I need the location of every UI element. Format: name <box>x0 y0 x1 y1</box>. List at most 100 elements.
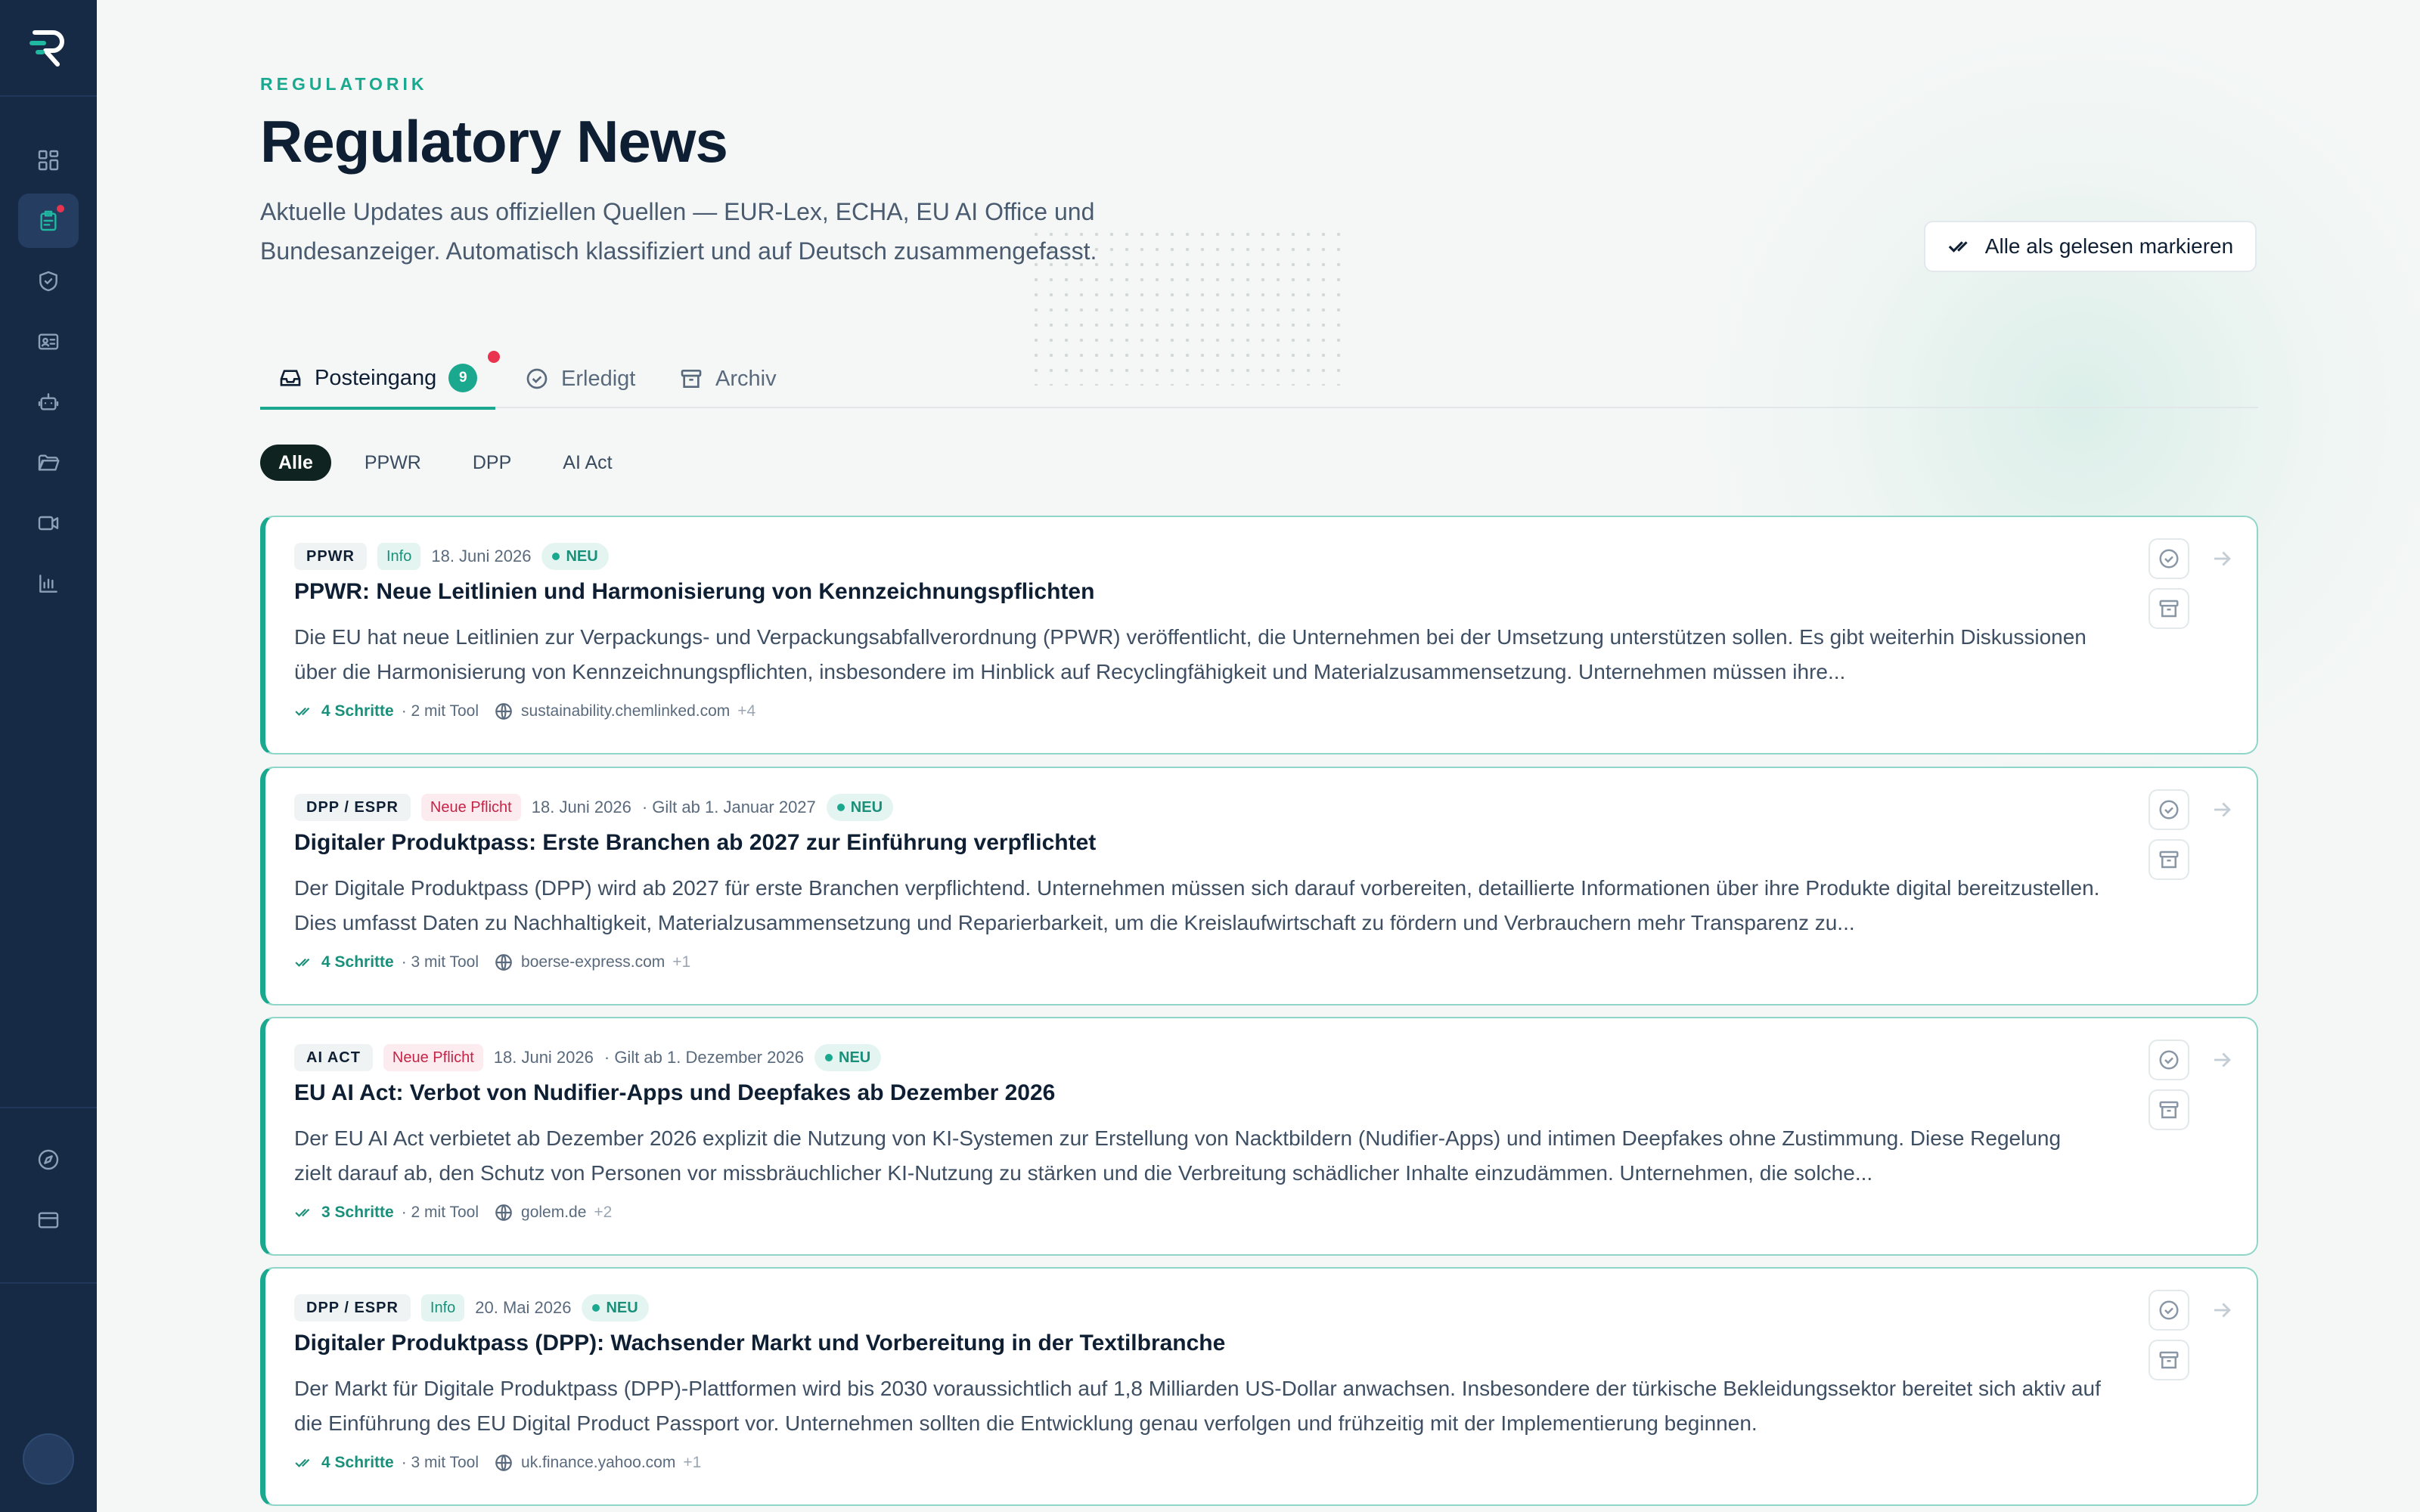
card-title[interactable]: EU AI Act: Verbot von Nudifier-Apps und … <box>294 1080 1055 1106</box>
type-badge: Info <box>420 1294 465 1321</box>
card-footer: 4 Schritte · 3 mit Tool uk.finance.yahoo… <box>294 1453 701 1473</box>
steps-count: 4 Schritte <box>294 1453 394 1473</box>
regulation-tag: AI ACT <box>294 1044 373 1071</box>
steps-label: 4 Schritte <box>321 953 394 971</box>
tab-bar: Posteingang 9 Erledigt Archiv <box>260 349 2258 410</box>
archive-icon <box>2159 1101 2179 1119</box>
double-check-icon <box>295 958 310 967</box>
card-meta: DPP / ESPR Neue Pflicht 18. Juni 2026 · … <box>294 794 894 821</box>
archive-icon <box>2159 850 2179 869</box>
sidebar-item-documents[interactable] <box>18 435 79 490</box>
check-circle-icon <box>2159 549 2179 569</box>
news-card[interactable]: AI ACT Neue Pflicht 18. Juni 2026 · Gilt… <box>260 1017 2258 1256</box>
archive-button[interactable] <box>2149 1089 2189 1130</box>
mark-done-button[interactable] <box>2149 1290 2189 1331</box>
card-meta: PPWR Info 18. Juni 2026 NEU <box>294 543 609 570</box>
logo-icon <box>29 30 64 67</box>
credit-card-icon <box>38 1212 59 1228</box>
card-title[interactable]: PPWR: Neue Leitlinien und Harmonisierung… <box>294 579 1094 605</box>
archive-icon <box>681 370 702 388</box>
source-link[interactable]: golem.de <box>521 1204 586 1222</box>
regulation-tag: DPP / ESPR <box>294 794 411 821</box>
tool-count: · 2 mit Tool <box>401 1204 479 1221</box>
tool-count: · 3 mit Tool <box>401 953 479 971</box>
sidebar-bottom-nav <box>0 1107 97 1253</box>
video-icon <box>38 516 59 531</box>
sidebar-nav <box>18 133 79 617</box>
steps-count: 4 Schritte <box>294 953 394 972</box>
sidebar-item-video[interactable] <box>18 496 79 550</box>
more-sources: +4 <box>737 702 756 720</box>
tool-count: · 3 mit Tool <box>401 1454 479 1471</box>
tab-archiv[interactable]: Archiv <box>679 349 777 408</box>
page-title: Regulatory News <box>260 108 728 175</box>
page-eyebrow: REGULATORIK <box>260 74 428 94</box>
open-card-arrow[interactable] <box>2209 1047 2235 1077</box>
open-card-arrow[interactable] <box>2209 546 2235 575</box>
source-link[interactable]: sustainability.chemlinked.com <box>521 702 730 720</box>
card-meta: DPP / ESPR Info 20. Mai 2026 NEU <box>294 1294 649 1321</box>
globe-icon <box>495 1455 512 1471</box>
avatar[interactable] <box>23 1433 74 1485</box>
card-date: 18. Juni 2026 <box>431 547 532 565</box>
news-card[interactable]: DPP / ESPR Info 20. Mai 2026 NEU Digital… <box>260 1267 2258 1506</box>
card-actions <box>2149 1040 2189 1130</box>
mark-done-button[interactable] <box>2149 1040 2189 1080</box>
open-card-arrow[interactable] <box>2209 1297 2235 1327</box>
double-check-icon <box>295 1208 310 1217</box>
sidebar-item-ai[interactable] <box>18 375 79 429</box>
card-actions <box>2149 1290 2189 1380</box>
mark-done-button[interactable] <box>2149 538 2189 579</box>
check-circle-icon <box>2159 800 2179 820</box>
source-link[interactable]: boerse-express.com <box>521 953 665 971</box>
card-actions <box>2149 789 2189 880</box>
archive-button[interactable] <box>2149 588 2189 629</box>
compass-icon <box>38 1149 59 1170</box>
page-subtitle: Aktuelle Updates aus offiziellen Quellen… <box>260 198 1097 265</box>
filter-chip-alle[interactable]: Alle <box>260 445 331 481</box>
tab-posteingang[interactable]: Posteingang 9 <box>260 349 501 410</box>
archive-button[interactable] <box>2149 1340 2189 1380</box>
card-title[interactable]: Digitaler Produktpass (DPP): Wachsender … <box>294 1331 1225 1356</box>
filter-chip-ai-act[interactable]: AI Act <box>544 445 630 481</box>
sidebar-item-compliance[interactable] <box>18 254 79 308</box>
news-card[interactable]: DPP / ESPR Neue Pflicht 18. Juni 2026 · … <box>260 767 2258 1005</box>
source-link[interactable]: uk.finance.yahoo.com <box>521 1454 675 1472</box>
bar-chart-icon <box>39 575 57 593</box>
sidebar-item-contacts[interactable] <box>18 314 79 369</box>
folder-open-icon <box>38 454 60 471</box>
status-badge: NEU <box>826 794 894 821</box>
card-description: Die EU hat neue Leitlinien zur Verpackun… <box>294 625 2086 683</box>
card-footer: 4 Schritte · 2 mit Tool sustainability.c… <box>294 702 755 721</box>
news-card[interactable]: PPWR Info 18. Juni 2026 NEU PPWR: Neue L… <box>260 516 2258 754</box>
steps-count: 3 Schritte <box>294 1203 394 1222</box>
tab-erledigt[interactable]: Erledigt <box>525 349 635 408</box>
more-sources: +1 <box>672 953 691 971</box>
archive-button[interactable] <box>2149 839 2189 880</box>
globe-icon <box>495 1204 512 1221</box>
status-badge: NEU <box>814 1044 882 1071</box>
dashboard-icon <box>38 150 59 171</box>
globe-icon <box>495 954 512 971</box>
tab-label: Posteingang <box>315 365 437 390</box>
card-meta: AI ACT Neue Pflicht 18. Juni 2026 · Gilt… <box>294 1044 882 1071</box>
mark-all-read-label: Alle als gelesen markieren <box>1984 234 2234 258</box>
sidebar-item-dashboard[interactable] <box>18 133 79 187</box>
check-circle-icon <box>2159 1050 2179 1070</box>
sidebar-item-billing[interactable] <box>18 1193 79 1247</box>
tab-count-badge: 9 <box>448 364 478 392</box>
card-title[interactable]: Digitaler Produktpass: Erste Branchen ab… <box>294 830 1096 856</box>
sidebar-item-news[interactable] <box>18 194 79 248</box>
sidebar-item-analytics[interactable] <box>18 556 79 611</box>
inbox-icon <box>280 370 301 386</box>
sidebar-item-explore[interactable] <box>18 1132 79 1187</box>
open-card-arrow[interactable] <box>2209 797 2235 826</box>
filter-chip-ppwr[interactable]: PPWR <box>346 445 439 481</box>
app-logo[interactable] <box>0 0 97 97</box>
archive-icon <box>2159 1351 2179 1369</box>
steps-count: 4 Schritte <box>294 702 394 721</box>
mark-done-button[interactable] <box>2149 789 2189 830</box>
mark-all-read-button[interactable]: Alle als gelesen markieren <box>1924 221 2257 272</box>
filter-chip-dpp[interactable]: DPP <box>455 445 529 481</box>
type-badge: Info <box>377 543 421 570</box>
